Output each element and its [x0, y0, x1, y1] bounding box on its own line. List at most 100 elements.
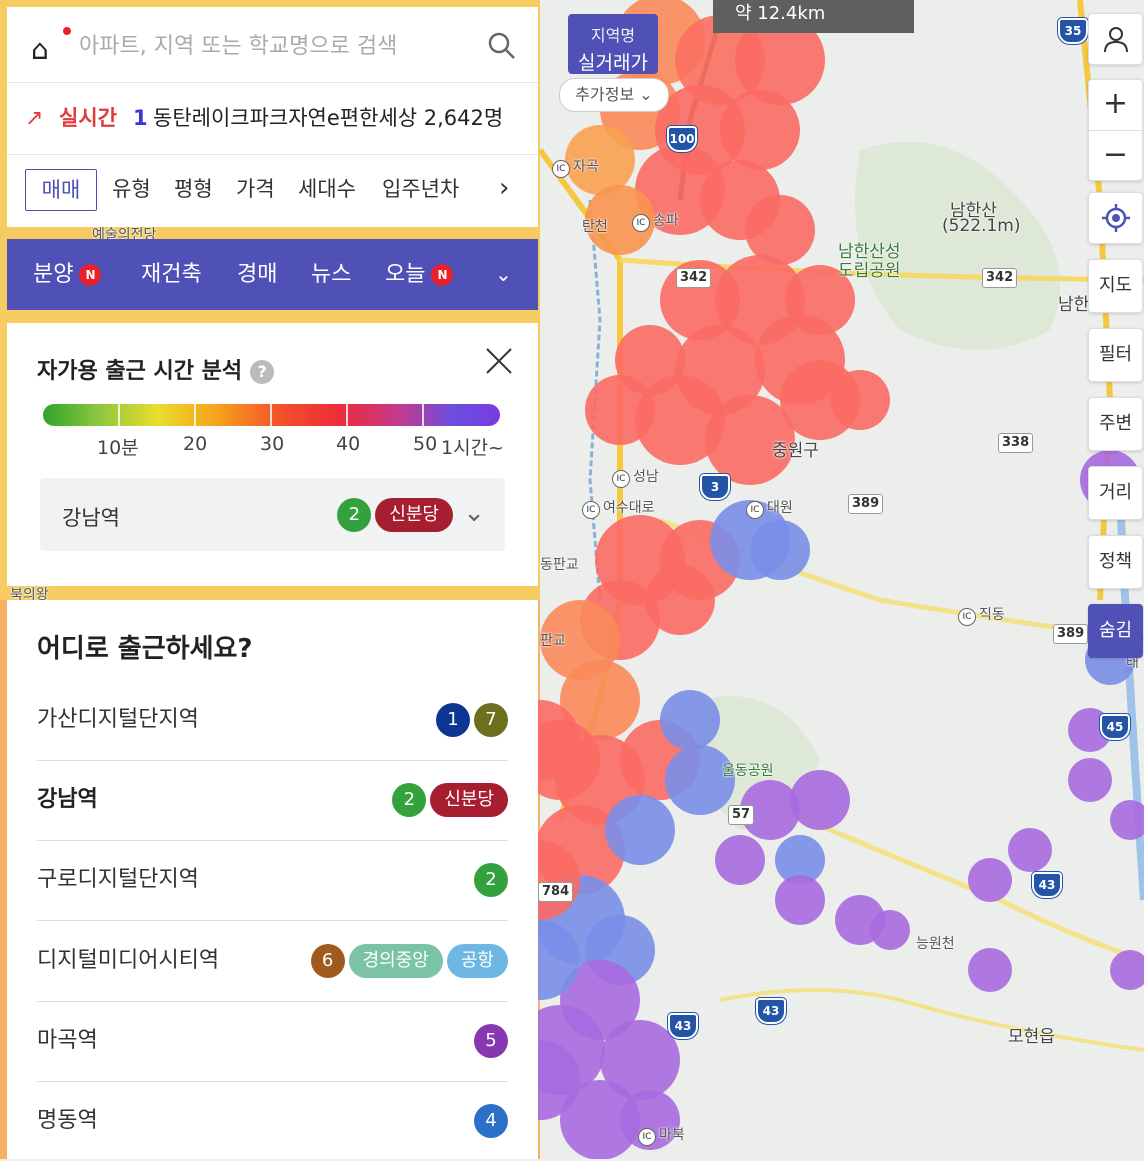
highway-shield: 43	[668, 1013, 698, 1039]
search-icon[interactable]	[487, 31, 517, 68]
new-badge: N	[431, 264, 454, 286]
filter-move-in-year[interactable]: 입주년차	[382, 169, 459, 209]
line-badge: 신분당	[430, 783, 508, 817]
filter-price[interactable]: 가격	[236, 169, 275, 209]
zoom-in-button[interactable]: +	[1089, 80, 1142, 131]
highway-shield: 43	[756, 998, 786, 1024]
selected-station: 강남역	[62, 506, 120, 530]
destination-name: 명동역	[37, 1108, 98, 1133]
trending-up-icon: ↗	[25, 106, 44, 131]
road-number: 338	[998, 433, 1034, 453]
destination-item[interactable]: 강남역 2 신분당	[37, 760, 508, 841]
my-location-button[interactable]	[1088, 192, 1143, 244]
map-label: 중원구	[772, 441, 819, 461]
line-badge: 1	[436, 703, 470, 737]
filter-trade-type[interactable]: 매매	[25, 169, 97, 211]
line-badge: 신분당	[375, 498, 453, 532]
map-label: IC 성남	[612, 466, 659, 488]
destination-name: 마곡역	[37, 1028, 98, 1053]
destination-item[interactable]: 구로디지털단지역 2	[37, 840, 508, 921]
notification-dot	[63, 27, 71, 35]
tab-today[interactable]: 오늘 N	[385, 239, 454, 310]
home-logo-icon[interactable]: ⌂	[31, 33, 49, 66]
panel-title: 자가용 출근 시간 분석?	[37, 353, 275, 385]
line-badges: 2	[470, 863, 508, 897]
map-label: 능원천	[916, 936, 955, 952]
line-badges: 4	[470, 1104, 508, 1138]
line-badge: 4	[474, 1104, 508, 1138]
filter-size[interactable]: 평형	[174, 169, 213, 209]
realtime-ranking[interactable]: ↗ 실시간 1 동탄레이크파크자연e편한세상 2,642명	[7, 83, 538, 155]
highway-shield: 45	[1100, 714, 1130, 740]
hide-button[interactable]: 숨김	[1088, 604, 1143, 658]
map-label: IC 직동	[958, 604, 1005, 626]
line-badges: 2 신분당	[333, 498, 453, 532]
destination-panel: 어디로 출근하세요? 가산디지털단지역 1 7 강남역 2 신분당구로디지털단지역 2 디지털…	[7, 600, 538, 1159]
scale-label: 20	[183, 433, 208, 455]
scale-label: 40	[336, 433, 361, 455]
destination-item[interactable]: 마곡역 5	[37, 1001, 508, 1082]
zoom-controls: + −	[1088, 79, 1143, 181]
line-badge: 경의중앙	[348, 944, 443, 978]
new-badge: N	[79, 264, 102, 286]
region-label: 지역명	[590, 26, 636, 45]
destination-name: 디지털미디어시티역	[37, 948, 220, 973]
map-label: 울동공원	[722, 763, 774, 779]
nearby-button[interactable]: 주변	[1088, 397, 1143, 451]
scale-label: 1시간~	[441, 437, 504, 459]
commute-analysis-panel: 자가용 출근 시간 분석? 10분 20 30 40 50 1시간~ 강남역 2…	[7, 323, 538, 586]
map-label: 모현읍	[1008, 1027, 1055, 1047]
destination-item[interactable]: 가산디지털단지역 1 7	[37, 680, 508, 761]
map-label: (522.1m)	[942, 216, 1021, 236]
locate-icon	[1101, 204, 1130, 232]
destination-title: 어디로 출근하세요?	[37, 634, 253, 664]
tab-news[interactable]: 뉴스	[311, 239, 351, 310]
time-scale-bar	[43, 404, 500, 426]
chevron-right-icon[interactable]: ›	[499, 173, 509, 203]
highway-shield: 100	[667, 126, 697, 152]
destination-name: 구로디지털단지역	[37, 867, 199, 892]
map-label: 남한	[1058, 295, 1090, 315]
filter-type[interactable]: 유형	[112, 169, 151, 209]
line-badge: 2	[392, 783, 427, 817]
help-icon[interactable]: ?	[250, 360, 275, 384]
highway-shield: 43	[1032, 872, 1062, 898]
map-type-button[interactable]: 지도	[1088, 259, 1143, 313]
person-icon	[1103, 27, 1128, 53]
search-input[interactable]	[77, 29, 471, 63]
destination-item[interactable]: 디지털미디어시티역 6 경의중앙 공항	[37, 921, 508, 1002]
road-number: 57	[728, 805, 755, 825]
distance-button[interactable]: 거리	[1088, 466, 1143, 520]
line-badge: 공항	[446, 944, 508, 978]
policy-button[interactable]: 정책	[1088, 535, 1143, 589]
chevron-down-icon: ⌄	[639, 85, 653, 104]
zoom-out-button[interactable]: −	[1089, 131, 1142, 181]
tab-presale[interactable]: 분양 N	[33, 239, 102, 310]
line-badge: 2	[337, 498, 372, 532]
search-bar: ⌂	[7, 7, 538, 83]
station-selector[interactable]: 강남역 2 신분당 ⌄	[40, 478, 505, 551]
line-badge: 2	[474, 863, 508, 897]
highway-shield: 35	[1058, 18, 1088, 44]
road-number: 389	[1053, 624, 1089, 644]
profile-button[interactable]	[1088, 13, 1143, 65]
tab-reconstruction[interactable]: 재건축	[141, 239, 202, 310]
chevron-down-icon[interactable]: ⌄	[495, 239, 512, 310]
filter-button[interactable]: 필터	[1088, 328, 1143, 382]
filter-households[interactable]: 세대수	[298, 169, 356, 209]
map-label: IC 송파	[632, 210, 679, 232]
realtime-label: 실시간	[59, 106, 117, 130]
destination-item[interactable]: 명동역 4	[37, 1081, 508, 1161]
road-number: 784	[538, 882, 574, 902]
map-label: 판교	[540, 633, 566, 649]
road-number: 342	[982, 268, 1018, 288]
filter-bar: 매매 유형 평형 가격 세대수 입주년차 ›	[7, 155, 538, 227]
map-label: IC 마북	[638, 1124, 685, 1146]
additional-info-button[interactable]: 추가정보 ⌄	[559, 78, 669, 112]
close-icon[interactable]	[485, 347, 513, 380]
line-badge: 7	[474, 703, 508, 737]
region-price-toggle[interactable]: 지역명 실거래가	[568, 14, 658, 74]
tab-auction[interactable]: 경매	[237, 239, 277, 310]
map-label: IC 대원	[746, 497, 793, 519]
price-label: 실거래가	[578, 52, 648, 74]
